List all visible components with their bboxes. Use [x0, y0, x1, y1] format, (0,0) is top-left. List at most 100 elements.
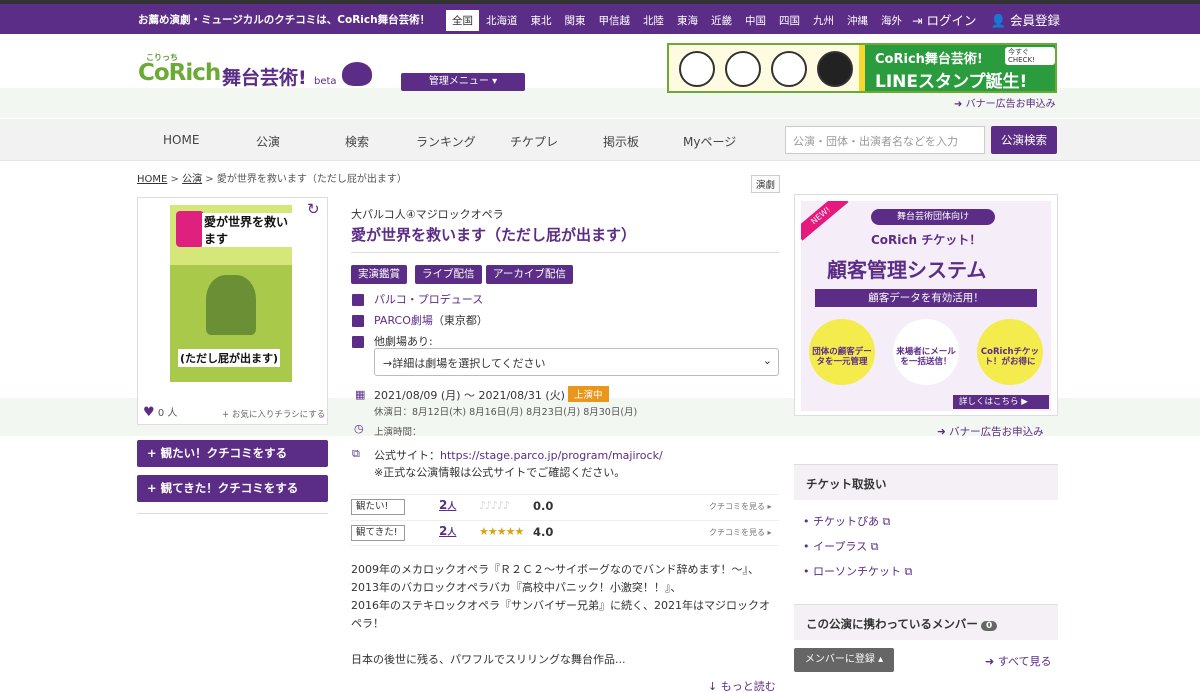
- arrow-circle-icon: ➜: [954, 99, 963, 110]
- official-site-label: 公式サイト：: [374, 449, 440, 462]
- venue-select[interactable]: →詳細は劇場を選択してください ⌄: [374, 348, 779, 376]
- register-member-button[interactable]: メンバーに登録 ▴: [794, 648, 894, 672]
- region-tab[interactable]: 沖縄: [841, 10, 874, 31]
- nav-search[interactable]: 検索: [345, 133, 369, 150]
- see-reviews-link[interactable]: クチコミを見る ▸: [709, 527, 772, 538]
- rating-count-link[interactable]: 2人: [439, 524, 456, 538]
- region-tab[interactable]: 海外: [875, 10, 908, 31]
- producer-row: パルコ・プロデュース: [374, 291, 483, 307]
- arrow-circle-icon: ➜: [985, 655, 995, 668]
- nav-kouen[interactable]: 公演: [256, 133, 280, 150]
- banner-ad-link[interactable]: ➜ バナー広告お申込み: [937, 424, 1044, 439]
- nav-ranking[interactable]: ランキング: [416, 133, 476, 150]
- venue-link[interactable]: PARCO劇場: [374, 314, 433, 327]
- ticket-system-ad[interactable]: NEW! 舞台芸術団体向け CoRich チケット！ 顧客管理システム 顧客デー…: [801, 201, 1051, 411]
- breadcrumb-kouen[interactable]: 公演: [182, 174, 202, 185]
- see-all-members-link[interactable]: ➜ すべて見る: [985, 653, 1052, 669]
- region-tab[interactable]: 東北: [525, 10, 558, 31]
- members-count-badge: 0: [980, 621, 998, 631]
- rating-notes: ♪♪♪♪♪: [479, 499, 510, 512]
- region-tab[interactable]: 近畿: [705, 10, 738, 31]
- rating-label: 観たい!: [351, 499, 405, 515]
- rating-row-want: 観たい! 2人 ♪♪♪♪♪ 0.0 クチコミを見る ▸: [351, 494, 779, 518]
- tag-live-viewing[interactable]: 実演鑑賞: [351, 265, 407, 284]
- flyer-image[interactable]: 愛が世界を救います (ただし屁が出ます): [170, 205, 292, 382]
- refresh-icon[interactable]: ↻: [307, 200, 320, 218]
- official-site-link[interactable]: https://stage.parco.jp/program/majirock/: [440, 449, 663, 462]
- external-link-icon: ⧉: [870, 540, 879, 553]
- ticket-link-pia[interactable]: • チケットぴあ ⧉: [803, 513, 890, 529]
- other-venues-label: 他劇場あり:: [374, 335, 433, 348]
- ticket-link-lawson[interactable]: • ローソンチケット ⧉: [803, 563, 912, 579]
- have-seen-button[interactable]: + 観てきた！クチコミをする: [137, 475, 328, 502]
- character-icon: [817, 51, 853, 87]
- search-input[interactable]: 公演・団体・出演者名などを入力: [785, 126, 985, 154]
- region-tab-all[interactable]: 全国: [446, 10, 479, 31]
- flyer-title-text: 愛が世界を救います: [202, 213, 292, 247]
- tag-archive-stream[interactable]: アーカイブ配信: [486, 265, 573, 284]
- breadcrumb-home[interactable]: HOME: [137, 174, 167, 185]
- rating-row-seen: 観てきた! 2人 ★★★★★ 4.0 クチコミを見る ▸: [351, 520, 779, 546]
- region-tab[interactable]: 東海: [671, 10, 704, 31]
- region-tab[interactable]: 四国: [773, 10, 806, 31]
- see-reviews-label: クチコミを見る: [709, 528, 765, 537]
- region-tab[interactable]: 九州: [807, 10, 840, 31]
- logo-corich: CoRich: [138, 60, 221, 86]
- register-link[interactable]: 👤 会員登録: [990, 10, 1060, 29]
- runtime: 上演時間：: [374, 427, 422, 438]
- ticket-panel-heading: チケット取扱い: [794, 464, 1058, 500]
- ad-feature-circle: CoRichチケット！がお得に: [977, 319, 1043, 385]
- want-to-see-button[interactable]: + 観たい！クチコミをする: [137, 440, 328, 467]
- admin-menu-button[interactable]: 管理メニュー ▾: [401, 73, 525, 91]
- plus-icon: +: [147, 481, 157, 495]
- character-icon: [679, 51, 715, 87]
- producer-link[interactable]: パルコ・プロデュース: [374, 293, 483, 306]
- banner-ad-link[interactable]: ➜ バナー広告お申込み: [954, 95, 1056, 110]
- nav-board[interactable]: 掲示板: [603, 133, 639, 150]
- region-tab[interactable]: 北陸: [637, 10, 670, 31]
- nav-mypage[interactable]: Myページ: [683, 133, 736, 150]
- banner-check-badge: 今すぐCHECK!: [1005, 47, 1055, 65]
- official-site-row: 公式サイト：https://stage.parco.jp/program/maj…: [374, 447, 663, 463]
- login-link[interactable]: ⇥ ログイン: [912, 10, 976, 29]
- show-description: 2009年のメカロックオペラ『Ｒ２Ｃ２〜サイボーグなのでバンド辞めます！〜』、 …: [351, 563, 770, 666]
- line-stamp-banner[interactable]: CoRich舞台芸術! LINEスタンプ誕生! 今すぐCHECK!: [667, 43, 1057, 93]
- favorite-flyer-link[interactable]: + お気に入りチラシにする: [222, 408, 325, 420]
- breadcrumb: HOME > 公演 > 愛が世界を救います（ただし屁が出ます）: [137, 170, 407, 185]
- ticket-link-eplus[interactable]: • イープラス ⧉: [803, 538, 878, 554]
- ad-top-label: 舞台芸術団体向け: [871, 209, 995, 225]
- like-counter: ♥ 0 人: [143, 404, 177, 420]
- see-reviews-link[interactable]: クチコミを見る ▸: [709, 501, 772, 512]
- official-site-note: ※正式な公演情報は公式サイトでご確認ください。: [374, 466, 626, 479]
- region-tab[interactable]: 甲信越: [593, 10, 637, 31]
- region-tab[interactable]: 関東: [559, 10, 592, 31]
- tag-live-stream[interactable]: ライブ配信: [415, 265, 482, 284]
- show-dates: 2021/08/09 (月) 〜 2021/08/31 (火): [374, 389, 565, 402]
- external-link-icon: ⧉: [352, 447, 360, 460]
- want-to-see-label: 観たい！クチコミをする: [160, 446, 288, 460]
- rating-count-link[interactable]: 2人: [439, 498, 456, 512]
- site-logo[interactable]: こりっち CoRich 舞台芸術! beta: [138, 52, 378, 92]
- character-icon: [771, 51, 807, 87]
- heart-icon[interactable]: ♥: [143, 405, 155, 420]
- rating-label: 観てきた!: [351, 525, 405, 541]
- new-ribbon: NEW!: [801, 201, 849, 241]
- region-tab[interactable]: 中国: [739, 10, 772, 31]
- nav-home[interactable]: HOME: [163, 133, 199, 147]
- members-heading-label: この公演に携わっているメンバー: [806, 617, 978, 631]
- ticket-label: チケットぴあ: [813, 515, 879, 528]
- region-tab[interactable]: 北海道: [480, 10, 524, 31]
- theater-icon: [352, 336, 364, 348]
- ad-feature-circle: 団体の顧客データを一元管理: [809, 319, 875, 385]
- logo-butai: 舞台芸術!: [222, 67, 307, 89]
- banner-line2: LINEスタンプ誕生!: [875, 72, 1028, 92]
- organizer-icon: [352, 294, 364, 306]
- top-bar: お薦め演劇・ミュージカルのクチコミは、CoRich舞台芸術！ 全国 北海道 東北…: [0, 0, 1200, 34]
- nav-chikepure[interactable]: チケプレ: [510, 133, 558, 150]
- mascot-icon: [342, 62, 372, 86]
- search-button[interactable]: 公演検索: [991, 126, 1057, 154]
- venue-row: PARCO劇場（東京都）: [374, 312, 488, 328]
- read-more-link[interactable]: ↓ もっと読む: [708, 678, 776, 692]
- members-panel-heading: この公演に携わっているメンバー 0: [794, 604, 1058, 640]
- breadcrumb-current: 愛が世界を救います（ただし屁が出ます）: [216, 174, 407, 185]
